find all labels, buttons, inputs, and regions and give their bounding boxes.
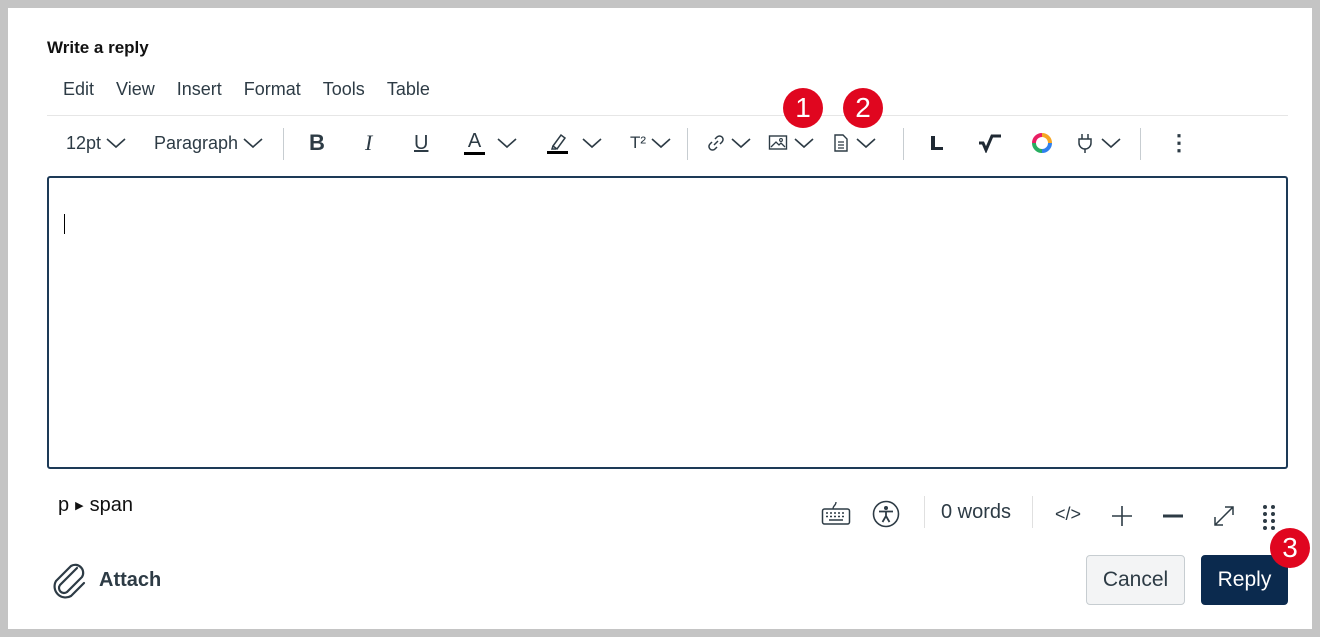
superscript-button[interactable]: T² bbox=[630, 116, 672, 170]
apps-plugin-button[interactable] bbox=[1075, 116, 1122, 170]
image-icon bbox=[768, 135, 788, 150]
editor-statusbar: p ▶ span 0 words </> bbox=[47, 484, 1288, 534]
link-button[interactable] bbox=[706, 116, 752, 170]
attach-label: Attach bbox=[99, 568, 162, 591]
menu-tools[interactable]: Tools bbox=[312, 78, 376, 100]
callout-badge-1: 1 bbox=[783, 88, 823, 128]
menubar: Edit View Insert Format Tools Table bbox=[52, 78, 441, 100]
path-p: p bbox=[58, 494, 70, 516]
path-span: span bbox=[89, 494, 133, 516]
app-l-button[interactable] bbox=[927, 116, 947, 170]
text-caret bbox=[64, 214, 65, 234]
fullscreen-button[interactable] bbox=[1212, 504, 1236, 528]
italic-icon: I bbox=[365, 130, 373, 155]
editor-toolbar: 12pt Paragraph B I U A T² ⋮ bbox=[47, 115, 1288, 169]
menu-edit[interactable]: Edit bbox=[52, 78, 105, 100]
keyboard-icon bbox=[821, 501, 851, 525]
plug-icon bbox=[1078, 134, 1092, 153]
statusbar-divider bbox=[924, 496, 925, 528]
font-size-select[interactable]: 12pt bbox=[66, 116, 127, 170]
html-editor-button[interactable]: </> bbox=[1055, 504, 1081, 525]
resize-handle[interactable] bbox=[1262, 504, 1276, 530]
expand-icon bbox=[1214, 506, 1234, 526]
reply-button[interactable]: Reply bbox=[1201, 555, 1288, 605]
equation-button[interactable] bbox=[977, 116, 1003, 170]
chevron-down-icon bbox=[243, 138, 263, 149]
plus-icon bbox=[1112, 506, 1132, 526]
drag-handle-icon bbox=[1263, 505, 1275, 530]
zoom-out-button[interactable] bbox=[1161, 504, 1185, 528]
zoom-in-button[interactable] bbox=[1110, 504, 1134, 528]
keyboard-shortcuts-button[interactable] bbox=[821, 500, 851, 526]
code-icon: </> bbox=[1055, 504, 1082, 524]
font-size-value: 12pt bbox=[66, 132, 102, 153]
block-format-value: Paragraph bbox=[154, 132, 239, 153]
text-color-button[interactable]: A bbox=[464, 116, 518, 170]
text-color-bar bbox=[464, 152, 485, 155]
page-title: Write a reply bbox=[47, 38, 149, 57]
chevron-down-icon bbox=[731, 138, 751, 149]
menu-insert[interactable]: Insert bbox=[166, 78, 233, 100]
underline-button[interactable]: U bbox=[414, 116, 428, 170]
highlight-color-button[interactable] bbox=[547, 116, 603, 170]
callout-badge-2: 2 bbox=[843, 88, 883, 128]
callout-badge-3: 3 bbox=[1270, 528, 1310, 568]
colorful-app-button[interactable] bbox=[1031, 116, 1053, 170]
reply-card: Write a reply Edit View Insert Format To… bbox=[8, 8, 1312, 629]
minus-icon bbox=[1163, 514, 1183, 518]
more-button[interactable]: ⋮ bbox=[1168, 116, 1190, 170]
word-count[interactable]: 0 words bbox=[941, 501, 1011, 524]
paperclip-icon bbox=[53, 563, 86, 599]
bold-button[interactable]: B bbox=[309, 116, 325, 170]
italic-button[interactable]: I bbox=[365, 116, 372, 170]
statusbar-divider bbox=[1032, 496, 1033, 528]
chevron-down-icon bbox=[106, 138, 126, 149]
menu-format[interactable]: Format bbox=[233, 78, 312, 100]
attach-button[interactable]: Attach bbox=[47, 558, 161, 602]
accessibility-icon bbox=[872, 500, 900, 528]
chevron-down-icon bbox=[651, 138, 671, 149]
chevron-down-icon bbox=[582, 138, 602, 149]
chevron-down-icon bbox=[1101, 138, 1121, 149]
equation-icon bbox=[979, 134, 1001, 153]
app-l-icon bbox=[931, 136, 943, 150]
chevron-down-icon bbox=[497, 138, 517, 149]
document-icon bbox=[834, 134, 848, 152]
accessibility-checker-button[interactable] bbox=[872, 500, 900, 528]
menu-table[interactable]: Table bbox=[376, 78, 441, 100]
element-path[interactable]: p ▶ span bbox=[58, 494, 133, 517]
highlighter-icon bbox=[547, 133, 568, 154]
link-icon bbox=[708, 135, 724, 151]
chevron-down-icon bbox=[856, 138, 876, 149]
more-vertical-icon: ⋮ bbox=[1168, 130, 1190, 155]
block-format-select[interactable]: Paragraph bbox=[154, 116, 264, 170]
toolbar-divider bbox=[1140, 128, 1141, 160]
toolbar-divider bbox=[687, 128, 688, 160]
toolbar-divider bbox=[903, 128, 904, 160]
rich-text-editor[interactable] bbox=[47, 176, 1288, 469]
cancel-button[interactable]: Cancel bbox=[1086, 555, 1185, 605]
bold-icon: B bbox=[309, 130, 325, 155]
underline-icon: U bbox=[414, 131, 429, 154]
text-color-glyph: A bbox=[467, 130, 482, 152]
path-arrow-icon: ▶ bbox=[75, 500, 84, 513]
superscript-icon: T² bbox=[630, 133, 647, 152]
toolbar-divider bbox=[283, 128, 284, 160]
chevron-down-icon bbox=[794, 138, 814, 149]
colorful-app-icon bbox=[1032, 133, 1052, 153]
menu-view[interactable]: View bbox=[105, 78, 166, 100]
text-color-icon: A bbox=[464, 131, 485, 155]
